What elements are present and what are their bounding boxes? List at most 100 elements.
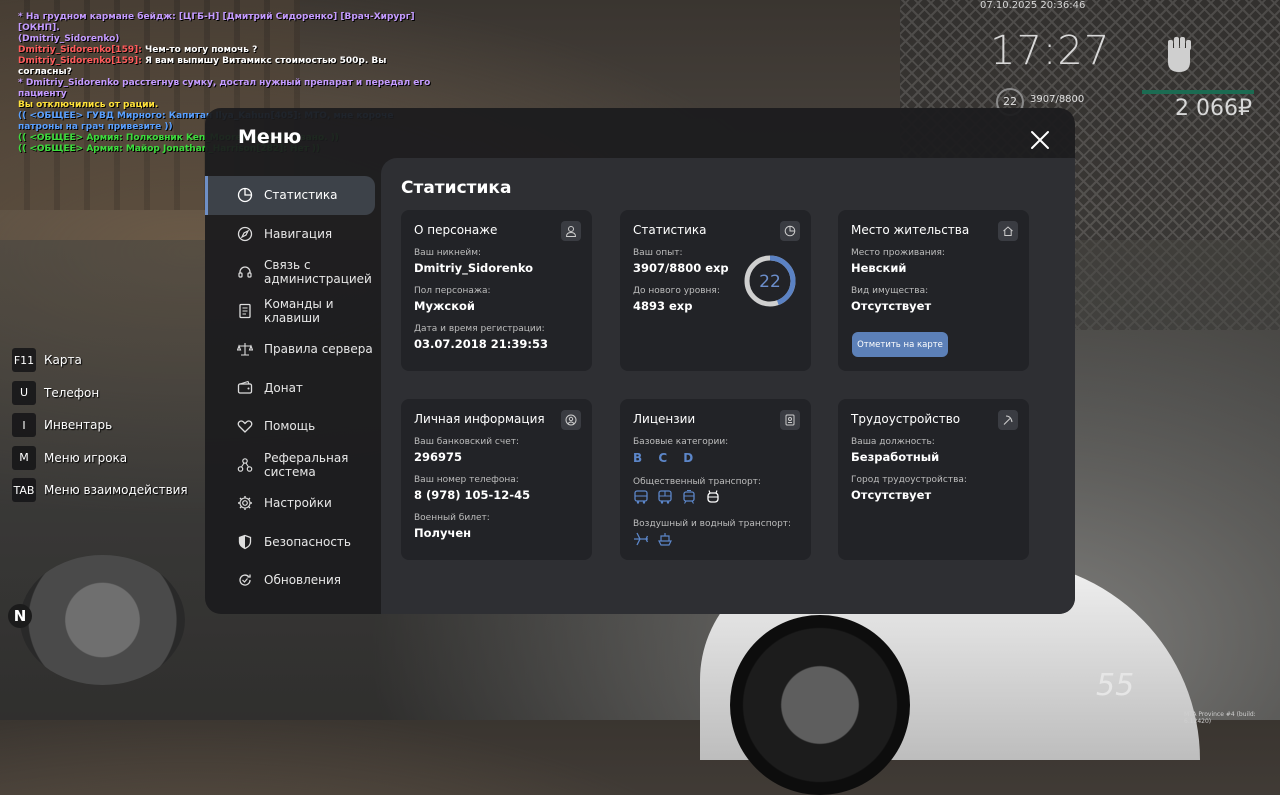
hotkey-map: F11 Карта [12, 348, 188, 372]
card-residence: Место жительства Место проживания: Невск… [838, 210, 1029, 371]
hud-exp: 3907/8800 [1030, 94, 1085, 105]
next-level-label: До нового уровня: [633, 286, 720, 296]
refresh-icon [239, 574, 251, 586]
statistics-panel: Статистика О персонаже Ваш никнейм: Dmit… [381, 158, 1075, 614]
document-icon [239, 303, 251, 318]
military-id-value: Получен [414, 526, 472, 540]
hotkey-player-menu: M Меню игрока [12, 445, 188, 470]
card-personal-info: Личная информация Ваш банковский счет: 2… [401, 399, 592, 560]
hud-money: 2 066₽ [1175, 96, 1252, 121]
air-water-transport-label: Воздушный и водный транспорт: [633, 519, 792, 529]
phone-value: 8 (978) 105-12-45 [414, 488, 531, 502]
minimap-north-marker: N [8, 604, 32, 628]
sidebar-item-updates[interactable]: Обновления [205, 561, 375, 600]
card-title: Место жительства [851, 223, 970, 237]
sidebar-item-label: Помощь [264, 419, 316, 434]
id-card-icon [780, 410, 800, 430]
gender-label: Пол персонажа: [414, 286, 491, 296]
sidebar-item-donate[interactable]: Донат [205, 369, 375, 408]
level-number: 22 [759, 272, 781, 292]
boat-icon [658, 533, 672, 546]
sidebar-item-label: Настройки [264, 496, 332, 511]
minimap [20, 555, 185, 685]
hotkey-list: F11 Карта U Телефон I Инвентарь M Меню игрок… [12, 348, 188, 511]
menu-sidebar: Статистика Навигация Связь с администрац… [205, 176, 381, 600]
pie-chart-icon [780, 221, 800, 241]
registration-value: 03.07.2018 21:39:53 [414, 337, 548, 351]
sidebar-item-label: Связь с администрацией [264, 258, 372, 287]
property-label: Вид имущества: [851, 286, 929, 296]
gear-icon [238, 496, 252, 511]
hotkey-label: Телефон [44, 385, 100, 400]
residence-label: Место проживания: [851, 248, 945, 258]
tram-icon [683, 490, 695, 504]
chat-line: Dmitriy_Sidorenko[159]: Я вам выпишу Вит… [18, 56, 438, 78]
hotkey-label: Инвентарь [44, 418, 113, 432]
trolleybus-icon [707, 490, 719, 503]
card-title: Статистика [633, 223, 707, 237]
card-title: Лицензии [633, 412, 696, 426]
nickname-value: Dmitriy_Sidorenko [414, 261, 534, 275]
position-value: Безработный [851, 450, 940, 464]
public-transport-label: Общественный транспорт: [633, 477, 761, 487]
residence-value: Невский [851, 261, 907, 275]
bank-account-value: 296975 [414, 450, 463, 464]
bus-icon [658, 490, 672, 504]
hud-clock: 17:27 [990, 28, 1111, 74]
handshake-icon [237, 420, 253, 434]
property-value: Отсутствует [851, 299, 932, 313]
air-water-transport-icons [633, 532, 673, 546]
sidebar-item-label: Обновления [264, 573, 342, 588]
sidebar-item-settings[interactable]: Настройки [205, 484, 375, 523]
chat-line: (Dmitriy_Sidorenko) [18, 34, 120, 44]
phone-label: Ваш номер телефона: [414, 475, 519, 485]
base-categories-label: Базовые категории: [633, 437, 729, 447]
page-title: Статистика [401, 178, 512, 198]
sidebar-item-rules[interactable]: Правила сервера [205, 330, 375, 369]
sidebar-item-label: Статистика [264, 188, 338, 203]
menu-title: Меню [238, 126, 302, 148]
shield-icon [238, 534, 252, 549]
sidebar-item-label: Безопасность [264, 534, 351, 549]
hud-health-bar [1142, 90, 1254, 94]
menu-modal: Меню Статистика Навигация Связь с админи… [205, 108, 1075, 614]
sidebar-item-navigation[interactable]: Навигация [205, 215, 375, 254]
registration-label: Дата и время регистрации: [414, 324, 545, 334]
background-car-wheel [730, 615, 910, 795]
hotkey-key: I [12, 413, 36, 437]
card-title: Трудоустройство [851, 412, 961, 426]
exp-label: Ваш опыт: [633, 248, 683, 258]
hotkey-interaction-menu: TAB Меню взаимодействия [12, 478, 188, 502]
position-label: Ваша должность: [851, 437, 935, 447]
sidebar-item-label: Навигация [264, 226, 333, 241]
sidebar-item-statistics[interactable]: Статистика [205, 176, 375, 215]
plane-icon [634, 532, 649, 546]
mark-on-map-button[interactable]: Отметить на карте [852, 332, 948, 357]
hotkey-key: F11 [12, 348, 36, 372]
gender-value: Мужской [414, 299, 475, 313]
chat-line: Dmitriy_Sidorenko[159]: Чем-то могу помо… [18, 45, 438, 56]
pickaxe-icon [998, 410, 1018, 430]
chat-sender: Dmitriy_Sidorenko[159]: [18, 56, 142, 66]
fist-icon [1168, 37, 1191, 72]
card-title: Личная информация [414, 412, 545, 426]
hotkey-key: M [12, 445, 36, 470]
card-title: О персонаже [414, 223, 498, 237]
sidebar-item-help[interactable]: Помощь [205, 407, 375, 446]
chat-message: Чем-то могу помочь ? [141, 45, 258, 55]
hotkey-phone: U Телефон [12, 380, 188, 405]
sidebar-item-label: Донат [264, 380, 303, 395]
hotkey-inventory: I Инвентарь [12, 413, 188, 437]
base-categories-value: B C D [633, 451, 700, 465]
close-icon[interactable] [1029, 129, 1051, 151]
sidebar-item-commands[interactable]: Команды и клавиши [205, 292, 375, 331]
compass-icon [237, 226, 253, 241]
card-character: О персонаже Ваш никнейм: Dmitriy_Sidoren… [401, 210, 592, 371]
user-icon [561, 221, 581, 241]
card-stats: Статистика Ваш опыт: 3907/8800 exp До но… [620, 210, 811, 371]
sidebar-item-referral[interactable]: Реферальная система [205, 446, 375, 485]
headset-icon [238, 266, 252, 278]
sidebar-item-admin-contact[interactable]: Связь с администрацией [205, 253, 375, 292]
sidebar-item-security[interactable]: Безопасность [205, 523, 375, 562]
network-icon [237, 457, 253, 472]
